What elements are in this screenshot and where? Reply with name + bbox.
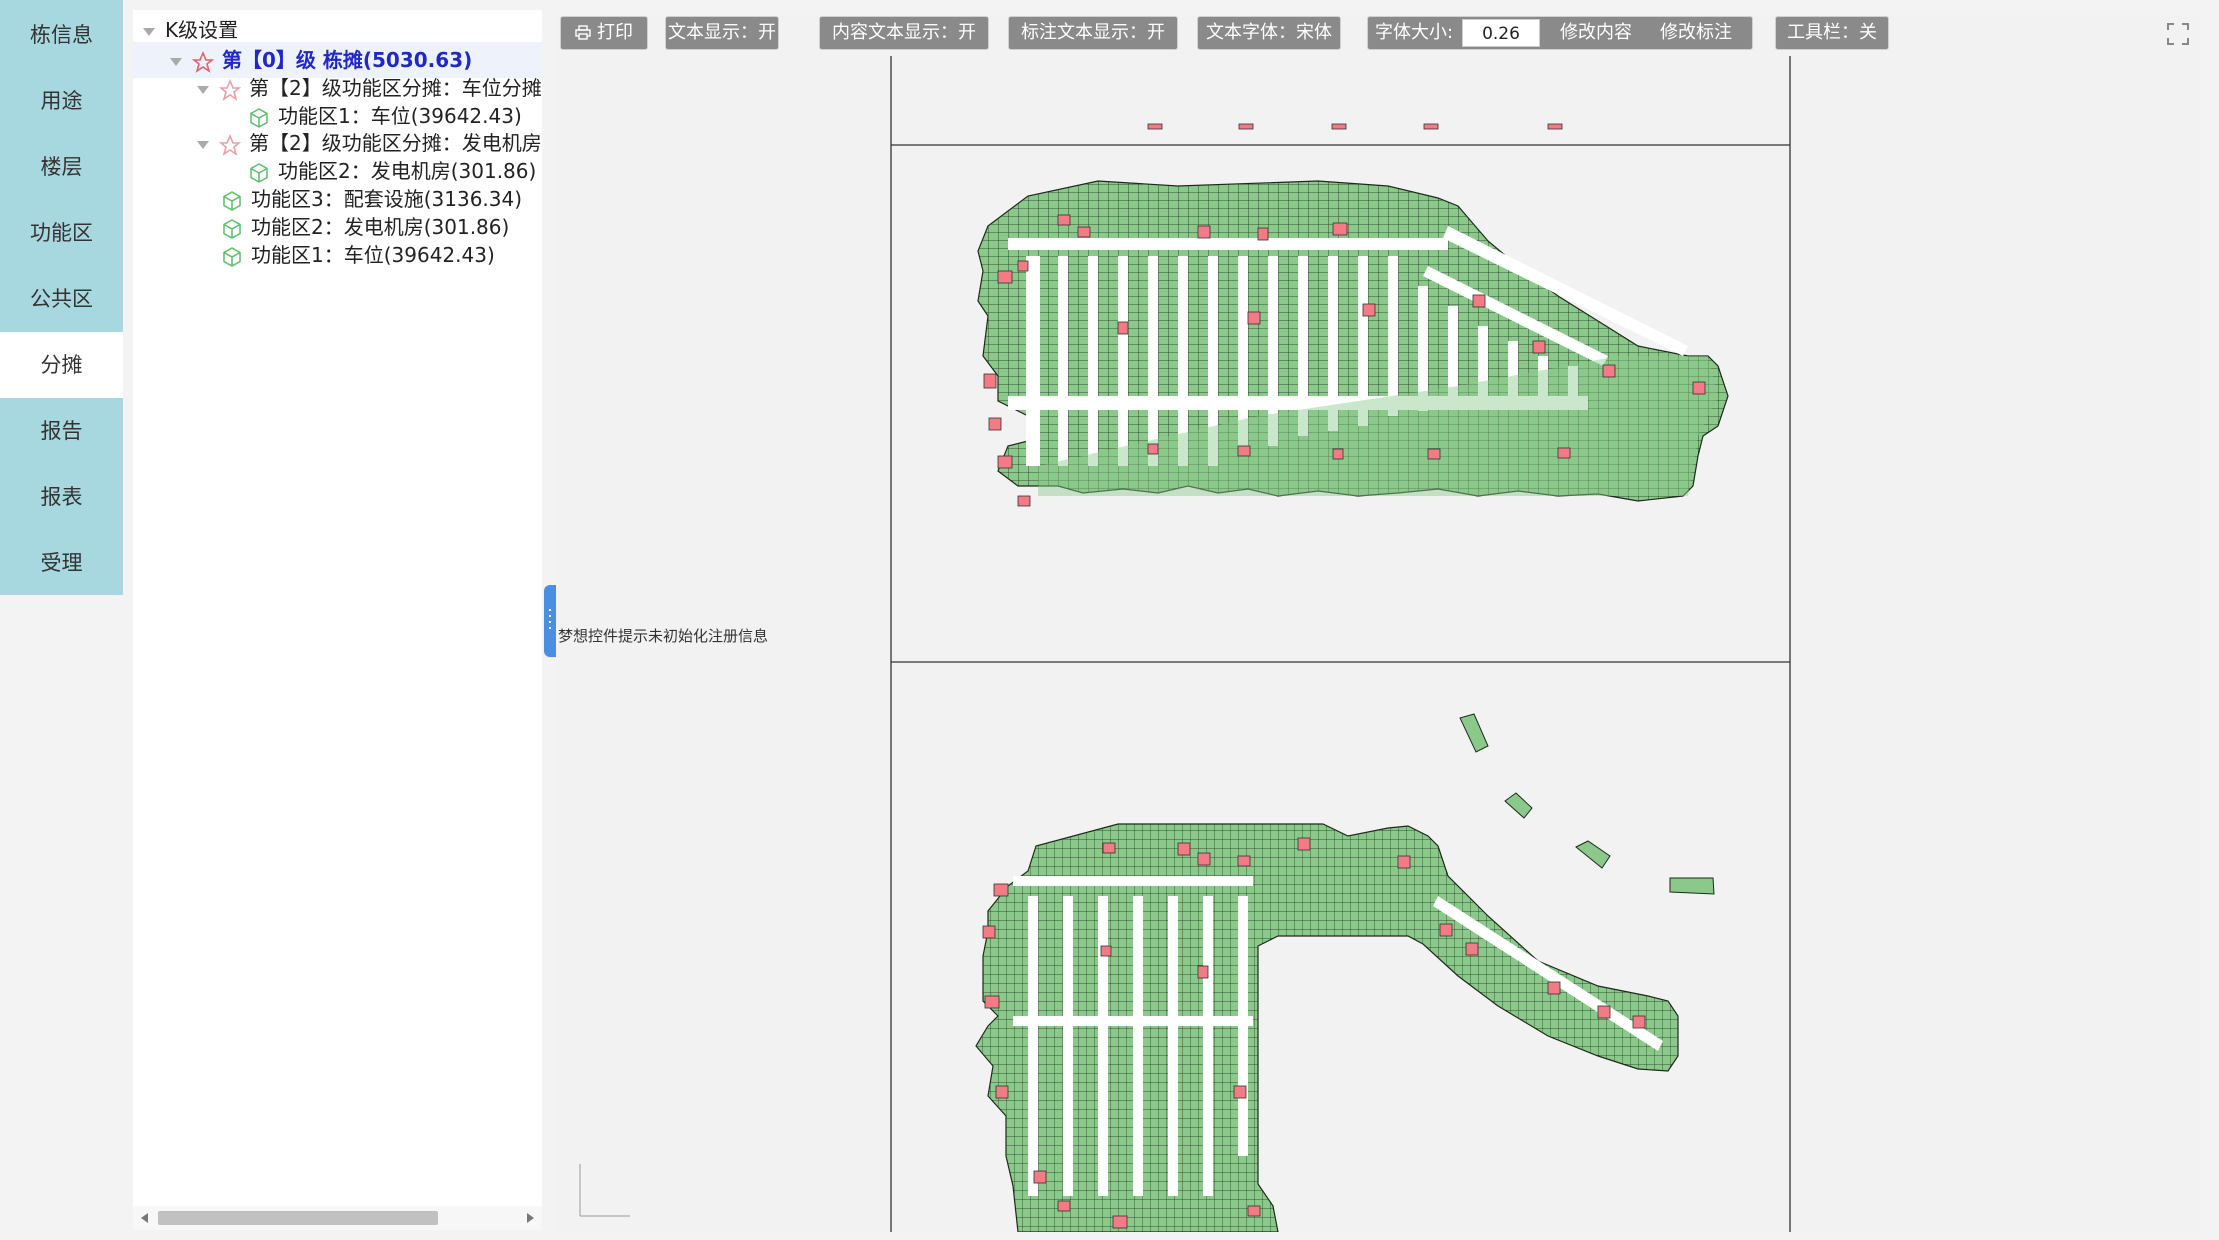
scroll-left-arrow-icon[interactable] — [141, 1213, 148, 1223]
content-text-display-toggle[interactable]: 内容文本显示：开 — [820, 17, 988, 49]
tree-node-label: 第【2】级功能区分摊：发电机房分摊 — [249, 131, 542, 155]
nav-item-public-area[interactable]: 公共区 — [0, 266, 123, 332]
cad-viewer[interactable]: 打印 文本显示：开 内容文本显示：开 标注文本显示：开 文本字体：宋体 字体大小… — [558, 10, 2200, 1232]
print-button[interactable]: 打印 — [561, 17, 647, 49]
tree-node-label: 功能区2：发电机房(301.86) — [251, 215, 510, 239]
apportion-icon — [219, 133, 241, 156]
nav-item-floor[interactable]: 楼层 — [0, 134, 123, 200]
tree-horizontal-scrollbar[interactable] — [133, 1206, 542, 1230]
scrollbar-thumb[interactable] — [158, 1211, 438, 1225]
cube-icon — [223, 246, 241, 267]
nav-item-usage[interactable]: 用途 — [0, 68, 123, 134]
collapse-arrow-icon[interactable] — [197, 140, 209, 149]
print-label: 打印 — [597, 22, 633, 43]
tree-node-label: 功能区3：配套设施(3136.34) — [251, 187, 523, 211]
nav-item-accept[interactable]: 受理 — [0, 530, 123, 596]
text-display-toggle[interactable]: 文本显示：开 — [666, 17, 778, 49]
font-select-button[interactable]: 文本字体：宋体 — [1198, 17, 1340, 49]
toolbar-toggle[interactable]: 工具栏：关 — [1776, 17, 1888, 49]
scroll-right-arrow-icon[interactable] — [527, 1213, 534, 1223]
nav-item-building-info[interactable]: 栋信息 — [0, 2, 123, 68]
apportion-icon — [219, 78, 241, 101]
top-markers — [1147, 123, 1563, 130]
ucs-axis-icon — [579, 1164, 630, 1217]
nav-item-statement[interactable]: 报表 — [0, 464, 123, 530]
printer-icon — [575, 25, 591, 40]
font-size-label: 字体大小: — [1374, 22, 1454, 43]
panel-splitter-handle[interactable] — [544, 585, 556, 657]
apportion-tree: K级设置 第【0】级 栋摊(5030.63) 第【2】级功能区分摊：车位分摊 功… — [133, 10, 542, 1230]
collapse-arrow-icon[interactable] — [143, 27, 155, 36]
lower-floor-plan — [975, 713, 1715, 1232]
tree-node-area1[interactable]: 功能区1：车位(39642.43) — [221, 237, 495, 273]
nav-item-report[interactable]: 报告 — [0, 398, 123, 464]
edit-label-button[interactable]: 修改标注 — [1648, 17, 1744, 49]
floor-plan-drawing[interactable] — [558, 56, 2200, 1232]
collapse-arrow-icon[interactable] — [197, 85, 209, 94]
left-nav: 栋信息 用途 楼层 功能区 公共区 分摊 报告 报表 受理 — [0, 0, 123, 1240]
fullscreen-icon[interactable] — [2166, 22, 2190, 46]
font-size-input[interactable]: 0.26 — [1462, 19, 1540, 47]
tree-node-label: 功能区1：车位(39642.43) — [251, 243, 495, 267]
tree-node-label: 第【0】级 栋摊(5030.63) — [222, 48, 473, 72]
tree-node-label: 第【2】级功能区分摊：车位分摊 — [249, 76, 542, 100]
tree-node-label: K级设置 — [165, 18, 239, 42]
label-text-display-toggle[interactable]: 标注文本显示：开 — [1009, 17, 1177, 49]
nav-item-function-area[interactable]: 功能区 — [0, 200, 123, 266]
nav-item-apportion[interactable]: 分摊 — [0, 332, 123, 398]
tree-node-label: 功能区2：发电机房(301.86) — [278, 159, 537, 183]
collapse-arrow-icon[interactable] — [170, 57, 182, 66]
viewer-toolbar: 打印 文本显示：开 内容文本显示：开 标注文本显示：开 文本字体：宋体 字体大小… — [558, 10, 2200, 56]
edit-content-button[interactable]: 修改内容 — [1548, 17, 1644, 49]
upper-floor-plan — [977, 180, 1729, 507]
